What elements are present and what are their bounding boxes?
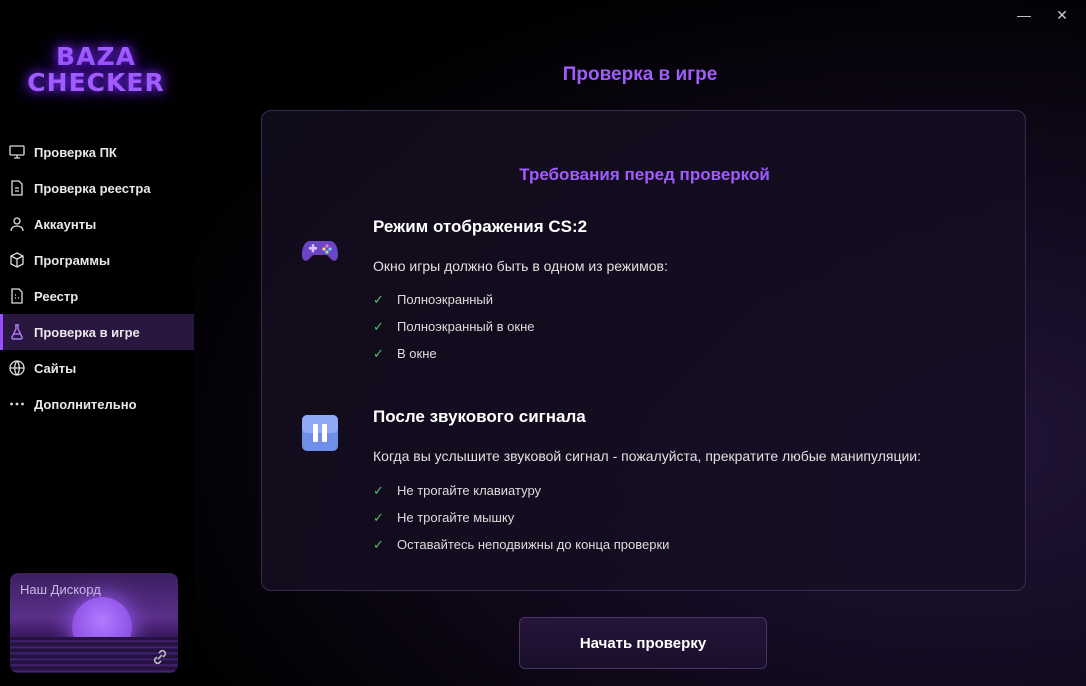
list-item: ✓ Не трогайте мышку bbox=[373, 510, 515, 525]
list-item: ✓ В окне bbox=[373, 346, 437, 361]
sidebar-item-sites[interactable]: Сайты bbox=[0, 350, 194, 386]
sidebar-nav: Проверка ПК Проверка реестра Аккаунты Пр… bbox=[0, 134, 194, 422]
main-content: — ✕ Проверка в игре Требования перед про… bbox=[194, 0, 1086, 686]
sidebar-item-label: Проверка ПК bbox=[34, 144, 117, 160]
sidebar-item-accounts[interactable]: Аккаунты bbox=[0, 206, 194, 242]
discord-label: Наш Дискорд bbox=[20, 582, 101, 597]
check-icon: ✓ bbox=[373, 346, 384, 361]
logo-line-2: CHECKER bbox=[27, 68, 165, 97]
sidebar-item-label: Сайты bbox=[34, 360, 77, 376]
pause-icon bbox=[302, 415, 338, 451]
close-button[interactable]: ✕ bbox=[1052, 6, 1072, 26]
page-title: Проверка в игре bbox=[562, 64, 718, 85]
list-item: ✓ Полноэкранный bbox=[373, 292, 494, 307]
gamepad-icon bbox=[302, 241, 338, 261]
monitor-icon bbox=[8, 143, 26, 161]
sidebar-item-label: Проверка в игре bbox=[34, 324, 140, 340]
check-icon: ✓ bbox=[373, 510, 384, 525]
flask-icon bbox=[8, 323, 26, 341]
user-icon bbox=[8, 215, 26, 233]
sidebar-item-label: Программы bbox=[34, 252, 111, 268]
discord-banner[interactable]: Наш Дискорд bbox=[10, 573, 178, 673]
logo-line-1: BAZA bbox=[56, 42, 136, 71]
section-title: Режим отображения CS:2 bbox=[373, 217, 588, 236]
box-icon bbox=[8, 251, 26, 269]
list-item: ✓ Оставайтесь неподвижны до конца проверк… bbox=[373, 537, 670, 552]
sidebar-item-label: Реестр bbox=[34, 288, 79, 304]
section-title: После звукового сигнала bbox=[373, 407, 586, 426]
section-description: Когда вы услышите звуковой сигнал - пожа… bbox=[373, 448, 921, 464]
card-title: Требования перед проверкой bbox=[519, 165, 770, 184]
more-icon bbox=[8, 395, 26, 413]
document-icon bbox=[8, 179, 26, 197]
sidebar-item-registry-check[interactable]: Проверка реестра bbox=[0, 170, 194, 206]
sidebar-item-more[interactable]: Дополнительно bbox=[0, 386, 194, 422]
start-check-button[interactable]: Начать проверку bbox=[519, 617, 767, 669]
sidebar-item-programs[interactable]: Программы bbox=[0, 242, 194, 278]
check-icon: ✓ bbox=[373, 537, 384, 552]
check-icon: ✓ bbox=[373, 292, 384, 307]
globe-icon bbox=[8, 359, 26, 377]
sidebar-item-label: Дополнительно bbox=[34, 396, 137, 412]
sidebar-item-pc-check[interactable]: Проверка ПК bbox=[0, 134, 194, 170]
sidebar: BAZA CHECKER Проверка ПК Проверка реестр… bbox=[0, 0, 194, 686]
list-item: ✓ Не трогайте клавиатуру bbox=[373, 483, 542, 498]
sidebar-item-in-game-check[interactable]: Проверка в игре bbox=[0, 314, 194, 350]
app-logo: BAZA CHECKER bbox=[16, 44, 176, 96]
check-icon: ✓ bbox=[373, 319, 384, 334]
requirements-card: Требования перед проверкой Режим отображ… bbox=[261, 110, 1026, 591]
list-item: ✓ Полноэкранный в окне bbox=[373, 319, 535, 334]
sidebar-item-registry[interactable]: Реестр bbox=[0, 278, 194, 314]
section-description: Окно игры должно быть в одном из режимов… bbox=[373, 258, 668, 274]
sidebar-item-label: Проверка реестра bbox=[34, 180, 151, 196]
link-icon[interactable] bbox=[150, 647, 170, 667]
registry-icon bbox=[8, 287, 26, 305]
sidebar-item-label: Аккаунты bbox=[34, 216, 97, 232]
minimize-button[interactable]: — bbox=[1014, 6, 1034, 26]
check-icon: ✓ bbox=[373, 483, 384, 498]
